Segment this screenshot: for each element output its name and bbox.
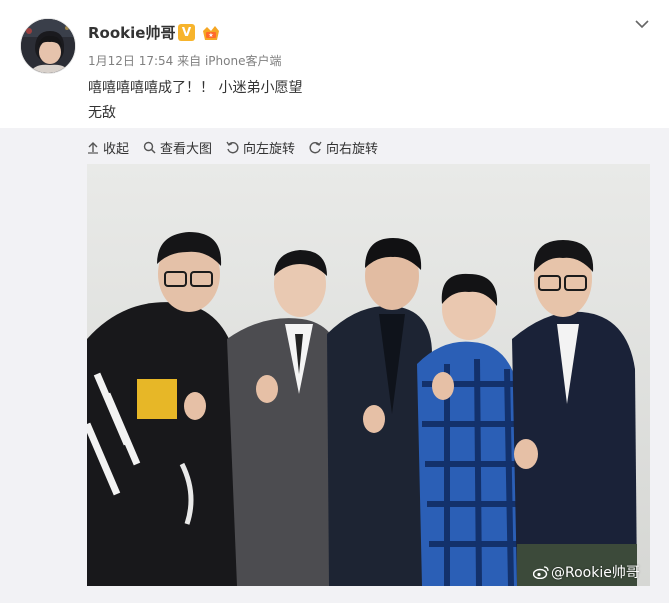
- post-text-line: 嘻嘻嘻嘻嘻成了！！ 小迷弟小愿望: [88, 80, 303, 96]
- rotate-right-label: 向右旋转: [326, 141, 379, 157]
- verified-icon: V: [178, 24, 195, 41]
- search-icon: [143, 141, 156, 154]
- post-source: 来自 iPhone客户端: [177, 54, 282, 68]
- watermark-text: @Rookie帅哥: [551, 565, 640, 581]
- collapse-label: 收起: [103, 141, 130, 157]
- post-text: 嘻嘻嘻嘻嘻成了！！ 小迷弟小愿望 无敌: [88, 76, 648, 126]
- chevron-down-icon[interactable]: [633, 17, 651, 31]
- post-meta: 1月12日 17:54 来自 iPhone客户端: [88, 52, 281, 69]
- author-avatar[interactable]: [20, 18, 76, 74]
- view-large-button[interactable]: 查看大图: [143, 138, 212, 157]
- member-crown-icon[interactable]: ★: [201, 23, 221, 42]
- view-large-label: 查看大图: [160, 141, 213, 157]
- rotate-left-button[interactable]: 向左旋转: [226, 138, 295, 157]
- author-name[interactable]: Rookie帅哥: [88, 22, 175, 43]
- rotate-right-icon: [309, 141, 322, 153]
- weibo-logo-icon: [533, 566, 549, 579]
- rotate-right-button[interactable]: 向右旋转: [309, 138, 378, 157]
- svg-text:★: ★: [208, 32, 213, 39]
- rotate-left-label: 向左旋转: [243, 141, 296, 157]
- collapse-up-icon: [88, 141, 98, 154]
- post-photo[interactable]: [87, 164, 650, 586]
- post-text-line: 无敌: [88, 105, 116, 121]
- collapse-button[interactable]: 收起: [87, 138, 129, 157]
- rotate-left-icon: [226, 141, 239, 153]
- media-tools: 收起 查看大图 向左旋转 向右旋转: [87, 136, 392, 158]
- image-watermark: @Rookie帅哥: [533, 562, 640, 582]
- post-timestamp[interactable]: 1月12日 17:54: [88, 54, 173, 68]
- weibo-post-card: Rookie帅哥 V ★ 1月12日 17:54 来自 iPhone客户端 嘻嘻…: [0, 0, 669, 603]
